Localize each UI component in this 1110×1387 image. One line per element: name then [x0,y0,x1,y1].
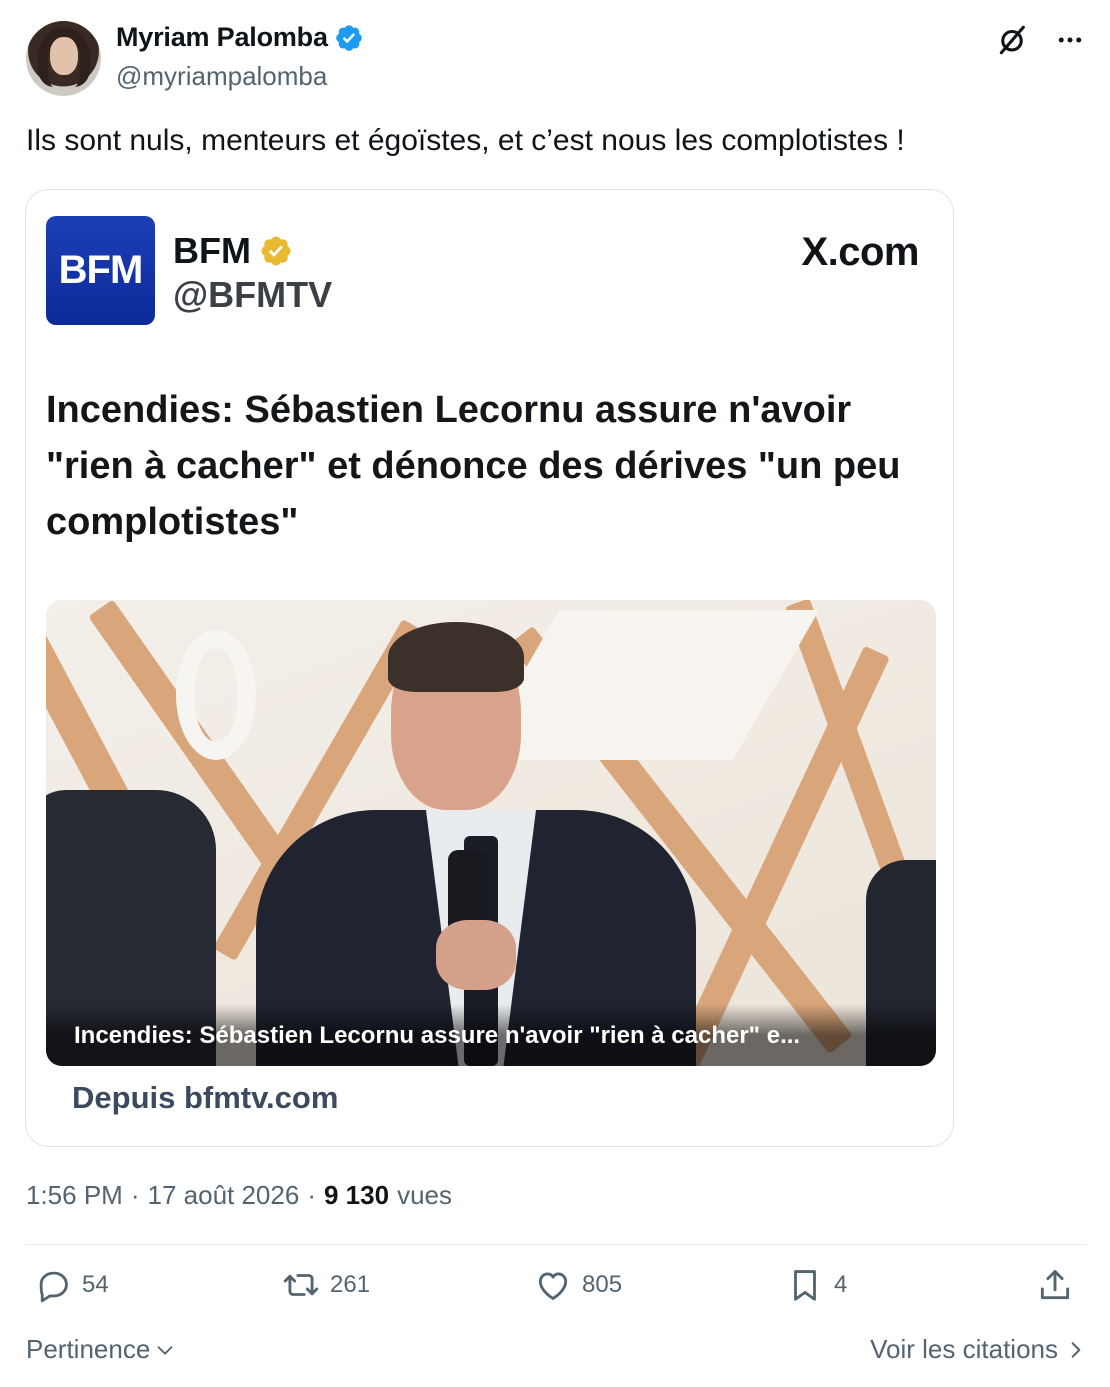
sort-label: Pertinence [26,1334,151,1364]
like-button[interactable]: 805 [534,1266,622,1304]
author-name[interactable]: Myriam Palomba [116,22,364,53]
reply-count: 54 [82,1271,109,1298]
card-image-caption: Incendies: Sébastien Lecornu assure n'av… [74,1022,801,1049]
chevron-right-icon [1071,1341,1081,1358]
tweet-time[interactable]: 1:56 PM [26,1180,123,1211]
repost-count: 261 [330,1271,371,1298]
brand-label: X.com [801,230,919,274]
card-image[interactable]: Incendies: Sébastien Lecornu assure n'av… [46,600,936,1066]
more-icon[interactable] [1052,22,1088,58]
views-label: vues [397,1180,452,1210]
quotes-label: Voir les citations [870,1334,1058,1364]
bfm-logo: BFM [46,216,155,325]
author-avatar[interactable] [26,21,101,96]
repost-icon [283,1274,319,1296]
chevron-down-icon [157,1345,173,1355]
reply-icon [39,1271,68,1303]
grok-icon[interactable] [994,22,1030,58]
action-bar: 54 261 805 4 [26,1266,1086,1320]
card-source-link[interactable]: Depuis bfmtv.com [72,1080,338,1116]
divider [26,1244,1086,1245]
embedded-card[interactable]: BFM BFM @BFMTV X.com Incendies: Sébastie… [25,189,954,1147]
views-count: 9 130 [323,1180,390,1210]
share-button[interactable] [1036,1266,1074,1304]
bookmark-button[interactable]: 4 [786,1266,847,1304]
repost-button[interactable]: 261 [282,1266,370,1304]
author-name-text[interactable]: Myriam Palomba [116,22,328,53]
like-count: 805 [582,1271,623,1298]
tweet-text: Ils sont nuls, menteurs et égoïstes, et … [26,124,905,157]
card-source-handle: @BFMTV [173,274,333,315]
gold-verified-badge-icon [261,236,291,266]
card-source-name-text: BFM [173,230,251,271]
tweet-meta: 1:56 PM · 17 août 2026 · 9 130 vues [26,1180,452,1211]
share-icon [1040,1270,1070,1300]
card-source-name: BFM [173,230,293,272]
view-quotes-link[interactable]: Voir les citations [870,1334,1086,1365]
bookmark-count: 4 [834,1271,848,1298]
tweet-date[interactable]: 17 août 2026 [148,1180,300,1211]
sort-dropdown[interactable]: Pertinence [26,1334,176,1365]
meta-separator: · [130,1180,140,1210]
bfm-logo-text: BFM [58,248,144,292]
reply-button[interactable]: 54 [34,1266,109,1304]
meta-separator-2: · [307,1180,316,1210]
verified-badge-icon [335,24,362,51]
bookmark-icon [794,1270,816,1301]
card-headline: Incendies: Sébastien Lecornu assure n'av… [46,389,901,543]
author-handle[interactable]: @myriampalomba [116,61,327,92]
like-icon [538,1272,568,1300]
